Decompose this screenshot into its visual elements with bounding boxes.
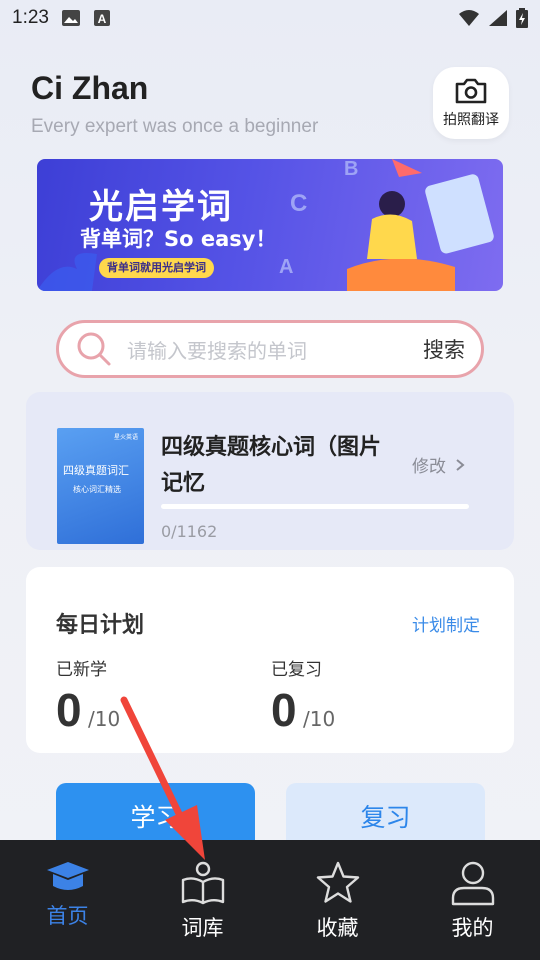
status-bar: 1:23 A (0, 0, 540, 36)
book-progress-count: 0/1162 (161, 522, 218, 541)
battery-icon (516, 8, 528, 28)
tab-home[interactable]: 首页 (0, 840, 135, 960)
search-icon (77, 332, 111, 366)
book-cover-title: 四级真题词汇 (63, 464, 129, 477)
promo-banner[interactable]: C A B 光启学词 背单词？So easy！ 背单词就用光启学词 (37, 159, 503, 291)
camera-icon (455, 78, 487, 104)
status-time: 1:23 (12, 7, 49, 28)
reviewed-label: 已复习 (271, 660, 322, 680)
search-bar[interactable]: 请输入要搜索的单词 搜索 (56, 320, 484, 378)
user-icon (451, 861, 494, 906)
bottom-tab-bar: 首页 词库 收藏 我的 (0, 840, 540, 960)
banner-subtitle: 背单词？So easy！ (80, 227, 277, 251)
edit-book-label: 修改 (412, 457, 446, 477)
new-learned-total: /10 (88, 707, 121, 731)
plan-settings-link[interactable]: 计划制定 (412, 611, 480, 636)
current-book-card[interactable]: 星火英语 四级真题词汇 核心词汇精选 四级真题核心词（图片记忆 修改 0/116… (26, 392, 514, 550)
svg-text:A: A (98, 12, 107, 26)
search-input[interactable]: 请输入要搜索的单词 (127, 335, 423, 364)
banner-tag: 背单词就用光启学词 (99, 258, 214, 278)
book-cover-subtitle: 核心词汇精选 (73, 485, 121, 494)
tab-wordbank[interactable]: 词库 (135, 840, 270, 960)
reviewed-value: 0 (271, 684, 297, 736)
app-title: Ci Zhan (31, 70, 149, 106)
chevron-right-icon (456, 459, 465, 471)
star-icon (316, 861, 359, 903)
font-a-icon: A (93, 10, 110, 26)
book-cover: 星火英语 四级真题词汇 核心词汇精选 (57, 428, 144, 544)
daily-plan-title: 每日计划 (56, 613, 145, 638)
tab-favorites[interactable]: 收藏 (270, 840, 405, 960)
app-slogan: Every expert was once a beginner (31, 116, 319, 137)
tab-home-label: 首页 (46, 904, 89, 928)
tab-wordbank-label: 词库 (181, 916, 224, 940)
tab-profile-label: 我的 (451, 916, 494, 940)
svg-text:A: A (279, 256, 293, 278)
edit-book-button[interactable]: 修改 (412, 452, 465, 477)
photo-translate-label: 拍照翻译 (443, 112, 499, 128)
new-learned-value: 0 (56, 684, 82, 736)
reader-book-icon (181, 861, 224, 905)
new-learned-label: 已新学 (56, 660, 107, 680)
tab-profile[interactable]: 我的 (405, 840, 540, 960)
reviewed-total: /10 (303, 707, 336, 731)
search-button[interactable]: 搜索 (423, 334, 465, 364)
book-name: 四级真题核心词（图片记忆 (161, 435, 382, 496)
photo-translate-button[interactable]: 拍照翻译 (433, 67, 509, 139)
gallery-icon (61, 10, 80, 26)
svg-text:C: C (290, 190, 307, 217)
svg-text:B: B (344, 159, 358, 180)
signal-icon (489, 10, 507, 26)
tab-favorites-label: 收藏 (316, 916, 359, 940)
daily-plan-card: 每日计划 计划制定 已新学 0 /10 已复习 0 /10 (26, 567, 514, 753)
book-cover-publisher: 星火英语 (113, 434, 138, 441)
book-progress-bar (161, 504, 469, 509)
wifi-icon (459, 10, 479, 26)
banner-title: 光启学词 (89, 187, 233, 227)
graduation-cap-icon (46, 862, 89, 890)
